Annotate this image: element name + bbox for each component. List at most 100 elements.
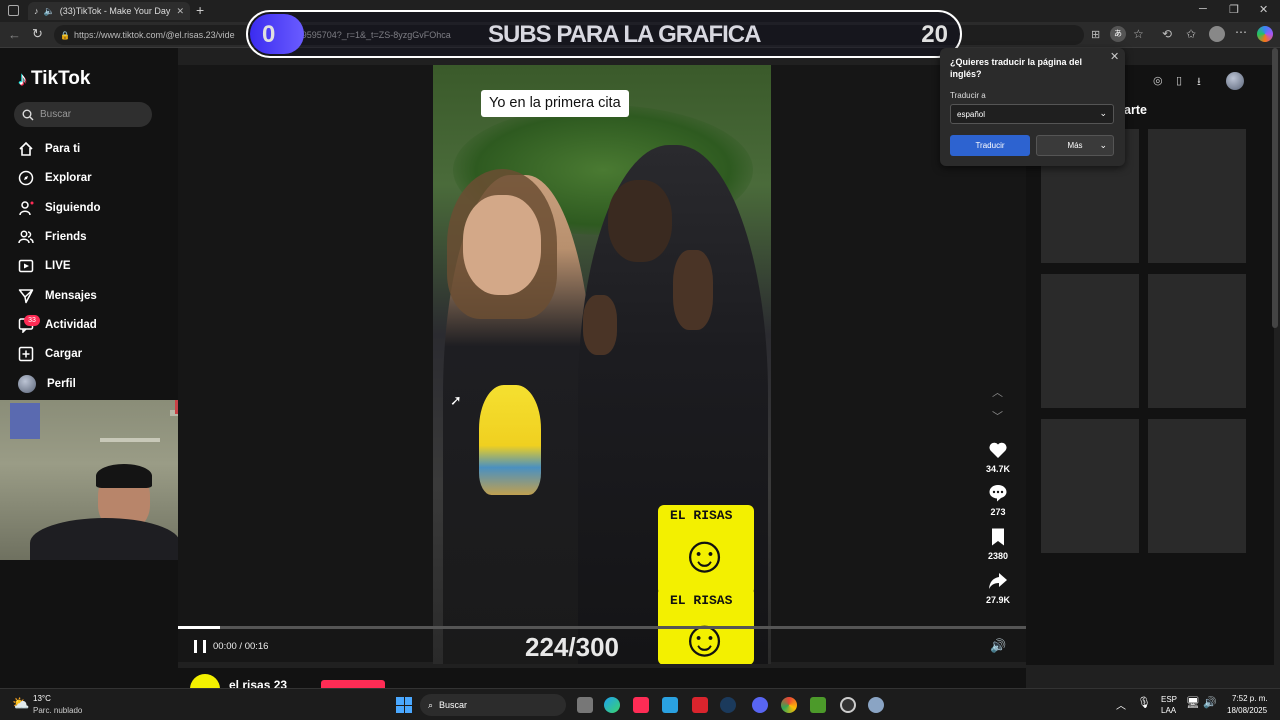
discord-icon[interactable] [752, 697, 768, 713]
scrollbar[interactable] [1272, 48, 1278, 328]
copilot-icon[interactable] [1257, 26, 1273, 42]
maximize-button[interactable]: ❐ [1229, 3, 1239, 16]
lang-primary[interactable]: ESP [1161, 695, 1177, 704]
clock-date[interactable]: 18/08/2025 [1227, 706, 1267, 715]
sidebar-item-label: LIVE [45, 260, 71, 272]
tab-title: (33)TikTok - Make Your Day [59, 6, 171, 16]
following-icon [19, 201, 34, 216]
download-icon[interactable]: ⭳ [1197, 73, 1201, 92]
share-button[interactable]: 27.9K [983, 571, 1013, 605]
video-thumbnail[interactable] [1148, 419, 1246, 553]
video-thumbnail[interactable] [1148, 274, 1246, 408]
compass-icon[interactable]: ◎ [1153, 74, 1163, 87]
volume-icon[interactable]: 🔊 [990, 638, 1006, 654]
store-icon[interactable] [662, 697, 678, 713]
user-avatar[interactable] [1226, 72, 1244, 90]
weather-icon[interactable]: ⛅ [12, 695, 29, 712]
tiktok-icon[interactable] [633, 697, 649, 713]
chrome-icon[interactable] [781, 697, 797, 713]
previous-video-icon[interactable]: ︿ [992, 384, 1003, 400]
profile-avatar[interactable] [1209, 26, 1225, 42]
tab-actions-icon[interactable] [8, 5, 19, 16]
weather-desc: Parc. nublado [33, 706, 83, 715]
save-button[interactable]: 2380 [983, 527, 1013, 561]
video-player[interactable]: Yo en la primera cita EL RISAS ☺ EL RISA… [433, 65, 771, 664]
video-caption: Yo en la primera cita [481, 90, 629, 117]
like-button[interactable]: 34.7K [983, 440, 1013, 474]
minimize-button[interactable]: ─ [1199, 3, 1207, 15]
chevron-down-icon: ⌄ [1099, 108, 1107, 118]
author-name[interactable]: el risas 23 [229, 678, 287, 688]
video-thumbnail[interactable] [1041, 419, 1139, 553]
sidebar-item-label: Perfil [47, 378, 76, 390]
sidebar-item-mensajes[interactable]: Mensajes [18, 288, 97, 304]
volume-tray-icon[interactable]: 🔊 [1203, 696, 1217, 709]
follow-button[interactable] [321, 680, 385, 688]
video-thumbnail[interactable] [1148, 129, 1246, 263]
like-count: 34.7K [985, 464, 1011, 474]
translate-icon[interactable]: あ [1110, 26, 1126, 42]
edge-icon[interactable] [604, 697, 620, 713]
close-window-button[interactable]: ✕ [1259, 3, 1268, 16]
back-icon[interactable]: ← [8, 27, 21, 42]
refresh-icon[interactable]: ↻ [32, 26, 43, 42]
webcam-person-body [30, 518, 180, 560]
lang-secondary[interactable]: LAA [1161, 706, 1176, 715]
search-input[interactable]: Buscar [14, 102, 152, 127]
next-video-icon[interactable]: ﹀ [992, 408, 1003, 424]
extensions-icon[interactable]: ⟲ [1162, 27, 1172, 41]
obs-icon[interactable] [840, 697, 856, 713]
more-menu-icon[interactable]: ⋯ [1235, 25, 1247, 39]
sidebar-item-perfil[interactable]: Perfil [18, 375, 76, 393]
friends-icon [18, 230, 34, 244]
close-tab-icon[interactable]: ✕ [176, 6, 184, 17]
search-icon: ⌕ [428, 699, 434, 710]
favorite-star-icon[interactable]: ☆ [1133, 27, 1144, 41]
sidebar-item-para-ti[interactable]: Para ti [18, 141, 80, 157]
search-placeholder: Buscar [40, 109, 72, 120]
browser-tab[interactable]: ♪ 🔈 (33)TikTok - Make Your Day ✕ [28, 2, 190, 20]
sticker-face-icon: ☺ [678, 610, 732, 664]
sidebar-item-label: Para ti [45, 143, 81, 155]
subs-text: SUBS PARA LA GRAFICA [488, 21, 761, 48]
network-icon[interactable]: 🖥 [1186, 696, 1200, 709]
minecraft-icon[interactable] [810, 697, 826, 713]
settings-icon[interactable] [868, 697, 884, 713]
messages-icon [18, 289, 34, 304]
translate-to-label: Traducir a [950, 91, 986, 100]
taskbar-search[interactable]: ⌕ Buscar [420, 694, 566, 716]
close-popup-icon[interactable]: ✕ [1110, 50, 1119, 63]
comment-button[interactable]: 273 [983, 483, 1013, 517]
pause-icon[interactable] [194, 640, 206, 653]
translate-button[interactable]: Traducir [950, 135, 1030, 156]
start-icon[interactable] [396, 697, 412, 713]
sidebar-item-cargar[interactable]: Cargar [18, 346, 82, 362]
comment-icon [989, 485, 1007, 502]
language-select[interactable]: español ⌄ [950, 104, 1114, 124]
speaker-icon[interactable]: 🔈 [44, 6, 55, 17]
sticker-text: EL RISAS [670, 593, 733, 608]
more-button[interactable]: Más ⌄ [1036, 135, 1114, 156]
microphone-icon[interactable]: 🎙 [1137, 696, 1151, 709]
new-tab-button[interactable]: + [196, 2, 204, 18]
sidebar-item-siguiendo[interactable]: Siguiendo [18, 200, 101, 216]
steam-icon[interactable] [720, 697, 736, 713]
sidebar-item-live[interactable]: LIVE [18, 258, 71, 274]
phone-icon[interactable]: ▯ [1176, 74, 1182, 87]
webcam-person-hair [96, 464, 152, 488]
favorites-icon[interactable]: ✩ [1186, 27, 1196, 41]
acrobat-icon[interactable] [692, 697, 708, 713]
apps-icon[interactable]: ⊞ [1091, 28, 1100, 41]
tiktok-logo[interactable]: ♪ TikTok [18, 68, 90, 90]
sidebar-item-explorar[interactable]: Explorar [18, 170, 92, 186]
sidebar-item-friends[interactable]: Friends [18, 229, 87, 245]
weather-temp: 13°C [33, 694, 51, 703]
video-progress-bar[interactable] [178, 626, 1026, 629]
right-panel-heading: arte [1124, 103, 1147, 117]
author-avatar[interactable] [190, 674, 220, 688]
upload-icon [18, 346, 34, 362]
task-view-icon[interactable] [577, 697, 593, 713]
tray-chevron-icon[interactable]: ︿ [1116, 697, 1126, 712]
clock-time[interactable]: 7:52 p. m. [1232, 694, 1268, 703]
video-thumbnail[interactable] [1041, 274, 1139, 408]
